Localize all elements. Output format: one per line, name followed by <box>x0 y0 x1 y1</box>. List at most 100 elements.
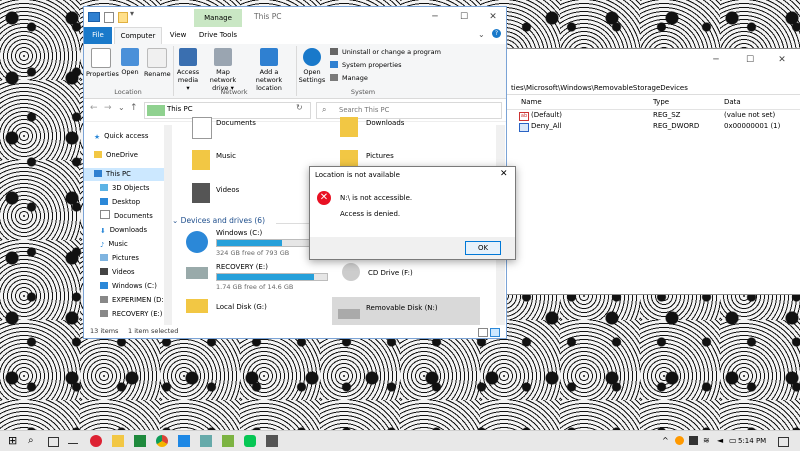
close-icon[interactable]: ✕ <box>500 169 508 179</box>
app-icon[interactable] <box>222 435 234 447</box>
nav-this-pc[interactable]: This PC <box>84 168 164 181</box>
column-type-header[interactable]: Type <box>653 98 669 106</box>
this-pc-icon <box>88 12 100 22</box>
nav-quick-access[interactable]: ★ Quick access <box>94 130 148 143</box>
nav-windows-c[interactable]: Windows (C:) <box>100 280 157 293</box>
maximize-icon[interactable]: ☐ <box>745 55 755 65</box>
app-blue-icon[interactable] <box>178 435 190 447</box>
nav-pictures[interactable]: Pictures <box>100 252 139 265</box>
close-icon[interactable]: ✕ <box>777 55 787 65</box>
column-name-header[interactable]: Name <box>521 98 542 106</box>
clock-time[interactable]: 5:14 PM <box>738 435 766 447</box>
details-view-icon[interactable] <box>478 328 488 337</box>
location-group-label: Location <box>114 88 142 96</box>
start-windows-icon[interactable]: ⊞ <box>8 435 20 447</box>
nav-scrollbar[interactable] <box>164 125 172 325</box>
removable-disk-selected[interactable]: Removable Disk (N:) <box>332 297 480 327</box>
back-arrow-icon[interactable]: ← <box>90 103 98 113</box>
tab-file[interactable]: File <box>84 27 112 44</box>
recent-dropdown-icon[interactable]: ⌄ <box>118 103 125 112</box>
documents-folder-icon <box>192 117 212 139</box>
tiles-view-icon[interactable] <box>490 328 500 337</box>
open-settings-button[interactable]: Open Settings <box>298 48 326 84</box>
manage-button[interactable]: Manage <box>330 74 368 82</box>
removable-drive-icon <box>338 309 360 319</box>
maximize-icon[interactable]: ☐ <box>459 12 469 22</box>
app-icon[interactable] <box>266 435 278 447</box>
manage-icon <box>330 74 338 81</box>
button-label: Uninstall or change a program <box>342 48 441 56</box>
new-folder-qat-icon[interactable] <box>118 12 128 23</box>
nav-onedrive[interactable]: OneDrive <box>94 149 138 162</box>
chrome-icon[interactable] <box>156 435 168 447</box>
ok-button[interactable]: OK <box>465 241 501 255</box>
value-type: REG_DWORD <box>653 122 700 130</box>
column-data-header[interactable]: Data <box>724 98 741 106</box>
wifi-icon[interactable]: ≋ <box>703 435 715 447</box>
forward-arrow-icon[interactable]: → <box>104 103 112 113</box>
selection-count: 1 item selected <box>128 327 179 335</box>
properties-qat-icon[interactable] <box>104 12 114 23</box>
nav-desktop[interactable]: Desktop <box>100 196 140 209</box>
taskbar: ⊞ ⌕ ^ ≋ ◄ ▭ 5:14 PM <box>0 430 800 451</box>
help-icon[interactable]: ? <box>492 29 501 38</box>
speaker-icon[interactable]: ◄ <box>717 435 729 447</box>
line-app-icon[interactable] <box>244 435 256 447</box>
app-red-icon[interactable] <box>90 435 102 447</box>
close-icon[interactable]: ✕ <box>488 12 498 22</box>
widgets-icon[interactable] <box>68 435 78 444</box>
search-icon[interactable]: ⌕ <box>28 435 40 447</box>
nav-label: Documents <box>114 212 153 220</box>
rename-icon <box>147 48 167 68</box>
task-view-icon[interactable] <box>48 437 59 447</box>
folder-pictures[interactable]: Pictures <box>366 152 394 160</box>
drive-name[interactable]: CD Drive (F:) <box>368 269 413 277</box>
devices-and-drives-header[interactable]: ⌄ Devices and drives (6) <box>172 216 265 225</box>
tab-drive-tools[interactable]: Drive Tools <box>194 27 242 44</box>
folder-videos[interactable]: Videos <box>216 186 239 194</box>
folder-music[interactable]: Music <box>216 152 236 160</box>
qat-dropdown-icon[interactable]: ▾ <box>130 9 134 18</box>
open-button[interactable]: Open <box>118 48 142 76</box>
rename-button[interactable]: Rename <box>144 48 171 78</box>
uninstall-program-button[interactable]: Uninstall or change a program <box>330 48 441 56</box>
properties-button[interactable]: Properties <box>86 48 119 78</box>
nav-music[interactable]: ♪ Music <box>100 238 128 251</box>
chevron-down-icon: ⌄ <box>172 216 181 225</box>
nav-documents[interactable]: Documents <box>100 210 153 223</box>
minimize-icon[interactable]: ─ <box>430 12 440 22</box>
tab-computer[interactable]: Computer <box>114 27 162 45</box>
system-properties-button[interactable]: System properties <box>330 61 401 69</box>
chevron-down-icon[interactable]: ⌄ <box>478 30 485 39</box>
manage-context-tab[interactable]: Manage <box>194 9 242 27</box>
ab-string-icon: ab <box>519 112 529 121</box>
nav-downloads[interactable]: ⬇ Downloads <box>100 224 147 237</box>
map-network-drive-button[interactable]: Map network drive ▾ <box>202 48 244 92</box>
up-arrow-icon[interactable]: ↑ <box>130 103 138 113</box>
chevron-up-icon[interactable]: ^ <box>662 435 674 447</box>
nav-videos[interactable]: Videos <box>100 266 135 279</box>
nav-experimen-d[interactable]: EXPERIMEN (D:) <box>100 294 166 307</box>
nav-recovery-e[interactable]: RECOVERY (E:) <box>100 308 162 321</box>
nav-label: 3D Objects <box>112 184 150 192</box>
drive-name[interactable]: Windows (C:) <box>216 229 262 237</box>
folder-downloads[interactable]: Downloads <box>366 119 404 127</box>
tray-app-icon[interactable] <box>675 436 684 445</box>
access-media-button[interactable]: Access media ▾ <box>176 48 200 92</box>
drive-name[interactable]: RECOVERY (E:) <box>216 263 268 271</box>
tray-app-icon[interactable] <box>689 436 698 445</box>
minimize-icon[interactable]: ─ <box>711 55 721 65</box>
folder-documents[interactable]: Documents <box>216 119 256 127</box>
status-bar: 13 items 1 item selected <box>84 325 506 338</box>
add-network-location-button[interactable]: Add a network location <box>246 48 292 92</box>
tab-view[interactable]: View <box>164 27 192 44</box>
drive-name[interactable]: Local Disk (G:) <box>216 303 267 311</box>
app-icon[interactable] <box>200 435 212 447</box>
registry-path: ties\Microsoft\Windows\RemovableStorageD… <box>501 82 800 95</box>
nav-3d-objects[interactable]: 3D Objects <box>100 182 149 195</box>
notifications-icon[interactable] <box>778 437 789 447</box>
header-divider <box>501 109 800 110</box>
file-explorer-icon[interactable] <box>112 435 124 447</box>
app-green-icon[interactable] <box>134 435 146 447</box>
drive-icon <box>100 296 108 303</box>
